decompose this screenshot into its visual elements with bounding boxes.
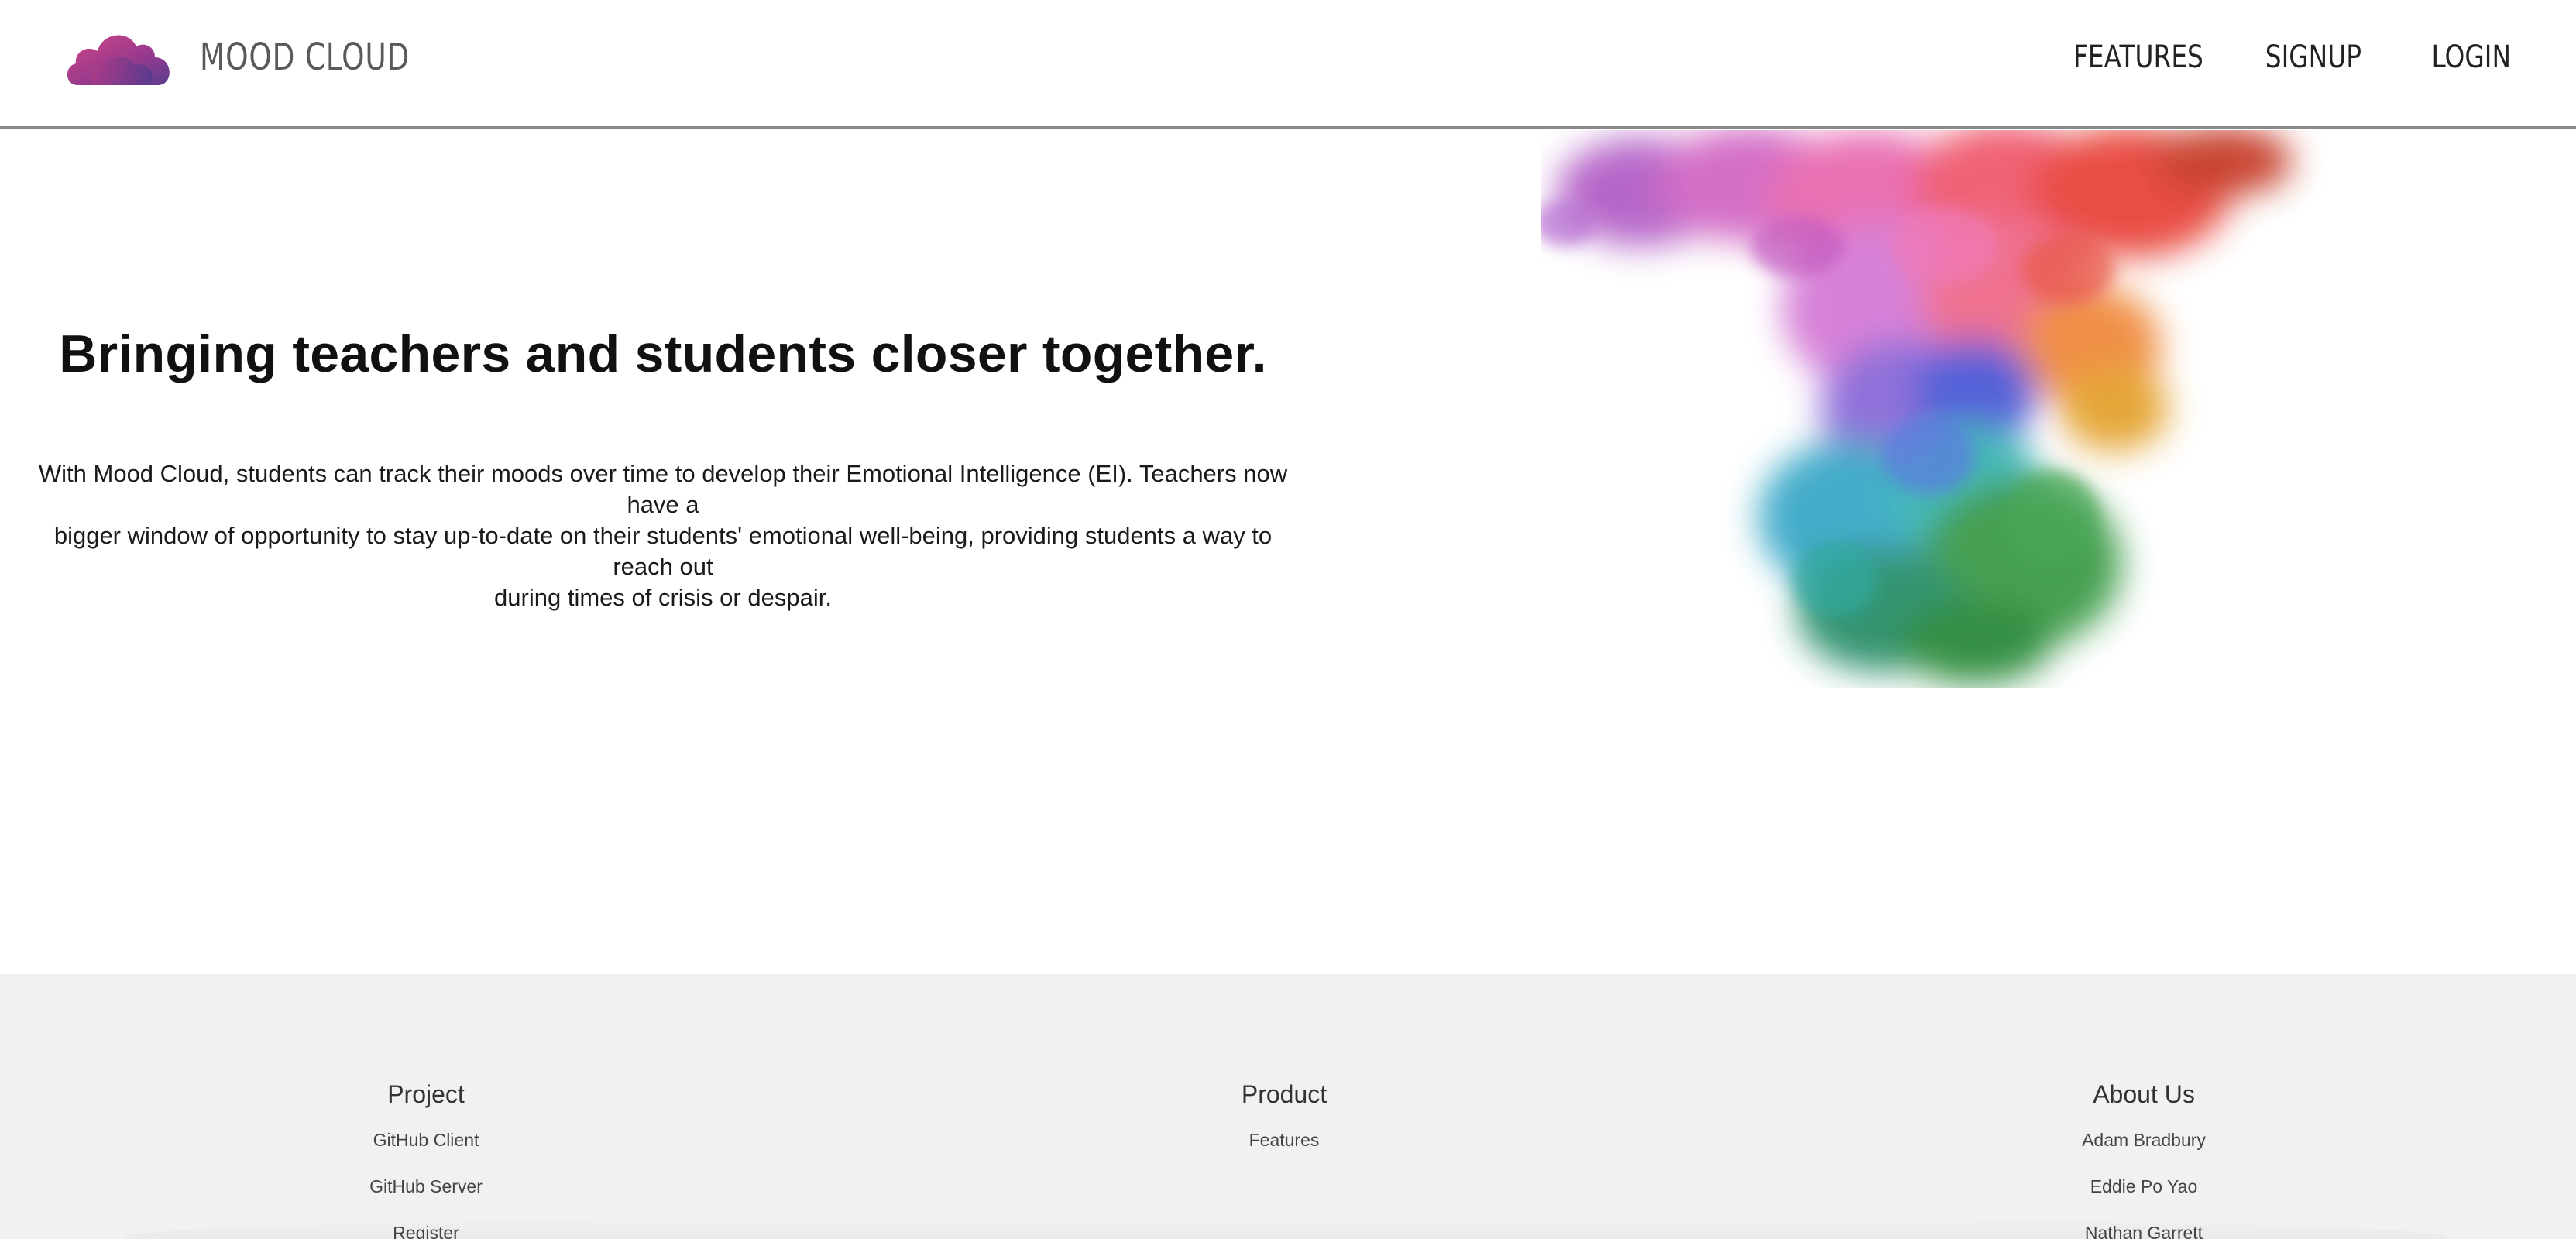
nav-features-link[interactable]: FEATURES (2073, 34, 2203, 81)
footer-link-features[interactable]: Features (1083, 1117, 1485, 1163)
colorful-ink-smoke-image (1541, 130, 2293, 684)
footer-column-title: Product (1241, 1080, 1327, 1108)
nav-login-link[interactable]: LOGIN (2419, 34, 2511, 81)
top-navbar: MOOD CLOUD FEATURES SIGNUP LOGIN (0, 0, 2576, 129)
footer-link-adam-bradbury[interactable]: Adam Bradbury (1942, 1117, 2345, 1163)
hero-description-line-2: bigger window of opportunity to stay up-… (53, 522, 1273, 580)
footer-column-title: About Us (2093, 1080, 2195, 1108)
brand-name[interactable]: MOOD CLOUD (200, 34, 410, 81)
nav-signup-link[interactable]: SIGNUP (2260, 34, 2361, 81)
hero-description: With Mood Cloud, students can track thei… (31, 458, 1295, 613)
hero-title: Bringing teachers and students closer to… (59, 324, 1267, 383)
footer-column-title: Project (387, 1080, 465, 1108)
footer-link-eddie-po-yao[interactable]: Eddie Po Yao (1942, 1163, 2345, 1210)
hero-description-line-3: during times of crisis or despair. (494, 584, 832, 611)
site-footer: Project GitHub Client GitHub Server Regi… (0, 974, 2576, 1239)
footer-column-project: Project GitHub Client GitHub Server Regi… (225, 1072, 627, 1239)
footer-link-github-server[interactable]: GitHub Server (225, 1163, 627, 1210)
main-nav: FEATURES SIGNUP LOGIN (2045, 34, 2511, 81)
footer-column-product: Product Features (1083, 1072, 1485, 1163)
footer-link-github-client[interactable]: GitHub Client (225, 1117, 627, 1163)
hero-description-line-1: With Mood Cloud, students can track thei… (38, 460, 1288, 518)
cloud-logo-icon[interactable] (64, 25, 175, 87)
footer-column-about-us: About Us Adam Bradbury Eddie Po Yao Nath… (1942, 1072, 2345, 1239)
